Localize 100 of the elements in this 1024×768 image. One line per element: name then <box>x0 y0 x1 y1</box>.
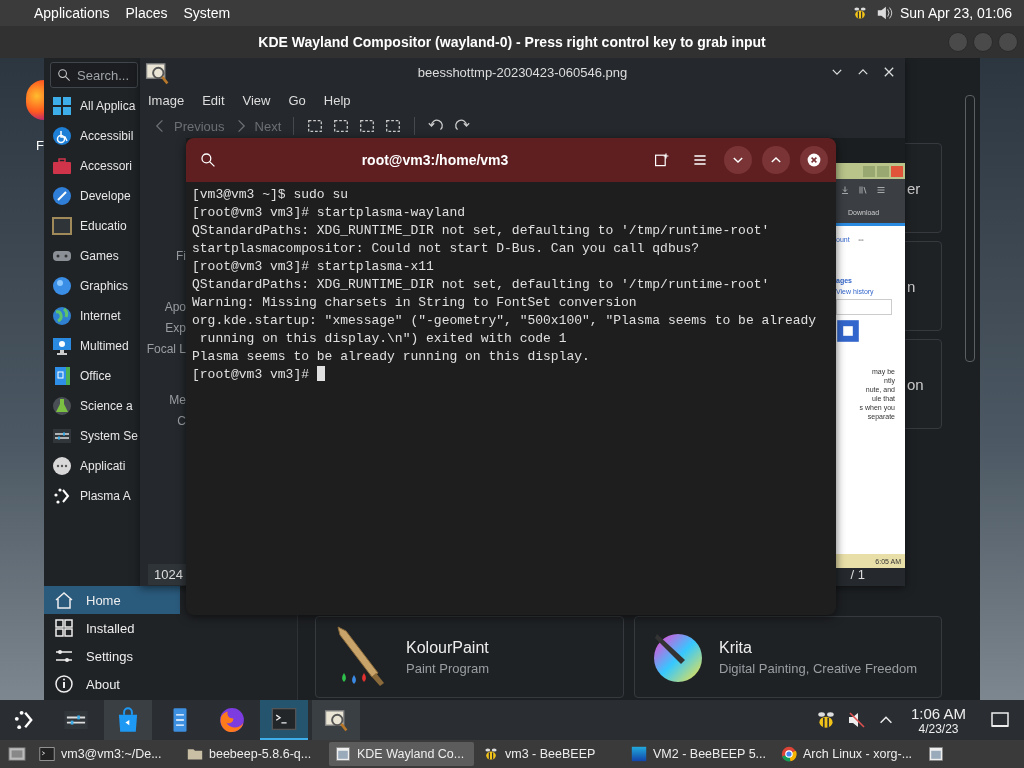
window-button[interactable]: vm3 - BeeBEEP <box>477 742 622 766</box>
input-field[interactable] <box>836 299 892 315</box>
category-item[interactable]: Plasma A <box>80 489 131 503</box>
text-cursor <box>316 366 325 381</box>
app-name: Krita <box>719 638 753 657</box>
page-count: / 1 <box>850 566 865 582</box>
category-item[interactable]: Educatio <box>80 219 127 233</box>
terminal-line: [root@vm3 vm3]# <box>192 367 311 382</box>
info-label: Apo <box>164 299 186 316</box>
new-tab-icon <box>654 152 670 168</box>
image-size-label: 1024 <box>148 563 189 585</box>
gradient-square-icon <box>631 746 647 762</box>
menu-icon <box>876 185 886 195</box>
category-item[interactable]: Games <box>80 249 119 263</box>
category-item[interactable]: All Applica <box>80 99 136 113</box>
nav-item[interactable]: About <box>44 670 180 698</box>
zoom-frame-icon <box>332 117 351 135</box>
magnifier-icon <box>144 60 170 86</box>
window-icon <box>335 746 351 762</box>
category-item[interactable]: Accessori <box>80 159 132 173</box>
maximize-button[interactable] <box>762 146 790 174</box>
category-item[interactable]: Accessibil <box>80 129 134 143</box>
desktop-icon-label[interactable]: F <box>36 138 44 153</box>
monitor-icon <box>52 336 72 356</box>
terminal-line: startplasmacompositor: Could not start D-Bus. Can you call qdbus? <box>192 241 700 256</box>
category-item[interactable]: Multimed <box>80 339 129 353</box>
panel-menu[interactable]: Places <box>117 5 176 21</box>
terminal-line: running on this display.\n") exited with code 1 <box>198 331 567 346</box>
category-item[interactable]: Office <box>80 369 112 383</box>
category-item[interactable]: Science a <box>80 399 133 413</box>
search-icon <box>200 152 216 168</box>
info-label: Fi <box>176 248 186 265</box>
terminal-icon <box>39 746 55 762</box>
close-button[interactable] <box>800 146 828 174</box>
terminal-line: Warning: Missing charsets in String to FontSet conversion <box>192 295 637 310</box>
taskbar-button[interactable] <box>260 700 308 740</box>
window-title: beesshottmp-20230423-060546.png <box>417 64 628 80</box>
app-card[interactable]: Krita Digital Painting, Creative Freedom <box>634 616 942 698</box>
clock[interactable]: 1:06 AM 4/23/23 <box>910 704 966 736</box>
terminal-line: QStandardPaths: XDG_RUNTIME_DIR not set, defaulting to '/tmp/runtime-root' <box>192 277 770 292</box>
info-label: Exp <box>165 320 186 337</box>
grid-icon <box>52 96 72 116</box>
window-button[interactable]: vm3@vm3:~/De... <box>33 742 178 766</box>
category-item[interactable]: Internet <box>80 309 121 323</box>
terminal-line: org.kde.startup: "xmessage" ("-geometry", "500x100", "Plasma seems to be already <box>192 313 817 328</box>
chrome-icon <box>781 746 798 762</box>
taskbar-button[interactable] <box>312 700 360 740</box>
nav-item[interactable]: Home <box>44 586 180 614</box>
menu-icon <box>692 152 708 168</box>
close-icon <box>882 65 896 79</box>
terminal-line: Plasma seems to be already running on this display. <box>192 349 590 364</box>
board-icon <box>52 216 72 236</box>
window-button[interactable]: VM2 - BeeBEEP 5... <box>625 742 773 766</box>
card-text[interactable]: on <box>907 375 924 393</box>
window-button[interactable]: beebeep-5.8.6-q... <box>181 742 326 766</box>
app-name: KolourPaint <box>406 638 490 657</box>
scrollbar[interactable] <box>965 95 975 362</box>
terminal-line: [root@vm3 vm3]# startplasma-wayland <box>192 205 466 220</box>
sliders-icon <box>52 426 72 446</box>
search-input[interactable]: Search... <box>77 67 137 83</box>
card-text[interactable]: n <box>907 277 916 295</box>
app-icon[interactable] <box>26 80 44 120</box>
category-item[interactable]: Develope <box>80 189 131 203</box>
flask-icon <box>52 396 72 416</box>
app-card[interactable]: KolourPaint Paint Program <box>315 616 624 698</box>
speaker-icon <box>875 4 894 22</box>
menu-item[interactable]: Help <box>323 92 351 108</box>
grid-icon <box>54 618 74 638</box>
show-desktop-icon <box>990 710 1010 730</box>
minimize-button[interactable] <box>724 146 752 174</box>
menu-item[interactable]: View <box>242 92 271 108</box>
toolbox-icon <box>52 156 72 176</box>
info-icon <box>54 674 74 694</box>
panel-menu[interactable]: Applications <box>26 5 118 21</box>
terminal-line: [root@vm3 vm3]# startplasma-x11 <box>192 259 434 274</box>
folder-icon <box>187 746 203 762</box>
search-field[interactable]: Search... <box>50 62 138 88</box>
desktop-icon <box>8 745 26 763</box>
muted-speaker-icon <box>846 710 867 730</box>
card-text[interactable]: er <box>907 179 921 197</box>
nav-item[interactable]: Installed <box>44 614 180 642</box>
category-item[interactable]: Applicati <box>80 459 126 473</box>
terminal-line: [vm3@vm3 ~]$ sudo su <box>192 187 349 202</box>
menu-item[interactable]: Go <box>288 92 306 108</box>
home-icon <box>54 590 74 610</box>
zoom-frame-icon <box>358 117 377 135</box>
window-button[interactable]: Arch Linux - xorg-... <box>775 742 921 766</box>
menu-item[interactable]: Edit <box>202 92 225 108</box>
library-icon <box>858 185 868 195</box>
window-title: KDE Wayland Compositor (wayland-0) - Press right control key to grab input <box>258 34 766 50</box>
category-item[interactable]: Graphics <box>80 279 129 293</box>
close-icon <box>806 152 822 168</box>
panel-menu[interactable]: System <box>175 5 239 21</box>
window-button[interactable]: KDE Wayland Co... <box>329 742 474 766</box>
nav-item[interactable]: Settings <box>44 642 180 670</box>
dots-arrow-icon <box>52 486 72 506</box>
menu-item[interactable]: Image <box>148 92 185 108</box>
panel-clock[interactable]: Sun Apr 23, 01:06 <box>893 5 1024 21</box>
category-item[interactable]: System Se <box>80 429 139 443</box>
info-label: Me <box>169 392 186 409</box>
